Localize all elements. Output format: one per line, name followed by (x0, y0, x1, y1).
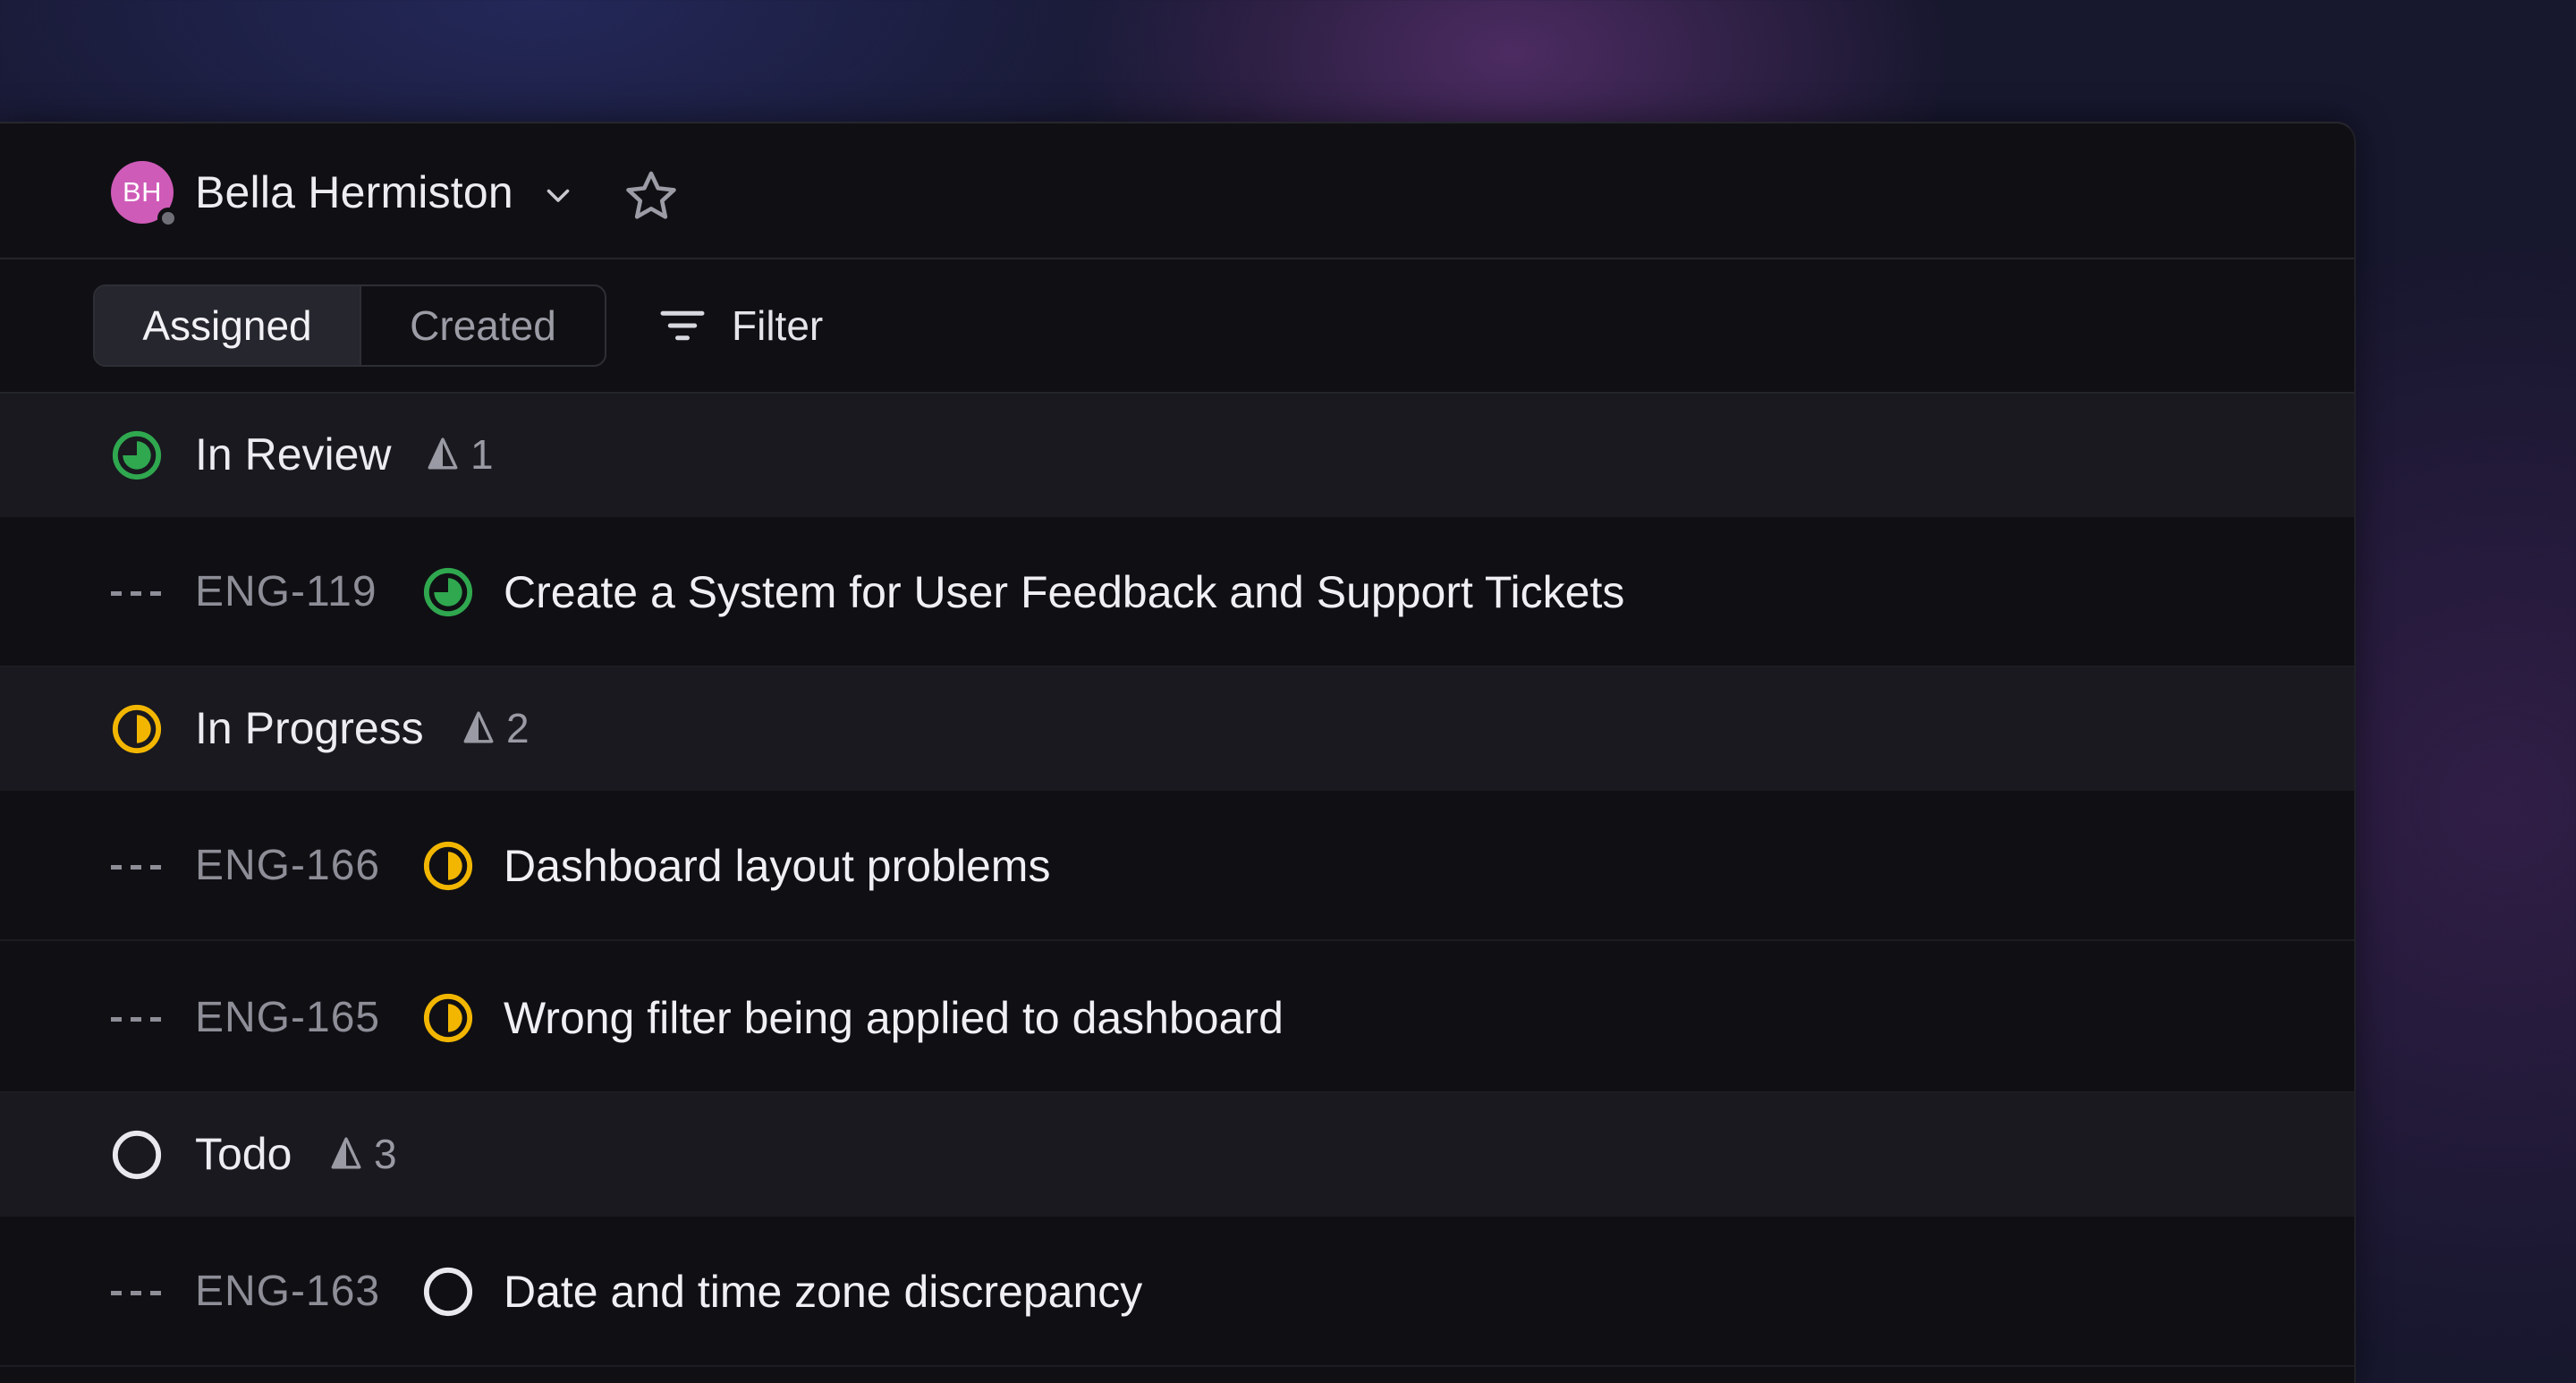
in-review-icon (112, 430, 162, 480)
group-label: In Progress (195, 703, 424, 753)
issues-panel: BH Bella Hermiston Assigned Created Filt… (0, 122, 2356, 1383)
no-priority-icon[interactable] (111, 1286, 161, 1295)
group-header-in-progress[interactable]: In Progress 2 (0, 667, 2354, 791)
filter-icon (660, 310, 705, 341)
in-review-icon[interactable] (422, 566, 474, 618)
issue-count-icon (463, 711, 494, 743)
issue-title: Date and time zone discrepancy (504, 1267, 1143, 1317)
issue-count-value: 1 (470, 431, 494, 478)
group-label: In Review (195, 429, 392, 479)
issue-count-icon (428, 437, 458, 470)
tab-created[interactable]: Created (361, 286, 605, 365)
issue-id: ENG-119 (195, 568, 377, 615)
issue-count: 3 (331, 1127, 397, 1181)
issue-row[interactable]: ENG-166 Dashboard layout problems (0, 791, 2354, 941)
issue-count-value: 2 (506, 705, 530, 751)
filter-button[interactable]: Filter (653, 284, 823, 367)
issue-title: Wrong filter being applied to dashboard (504, 993, 1284, 1043)
in-progress-icon[interactable] (422, 992, 474, 1044)
tab-assigned[interactable]: Assigned (95, 286, 361, 365)
chevron-down-icon[interactable] (542, 179, 574, 211)
no-priority-icon[interactable] (111, 861, 161, 870)
issue-id: ENG-163 (195, 1268, 381, 1315)
group-header-in-review[interactable]: In Review 1 (0, 394, 2354, 517)
user-name[interactable]: Bella Hermiston (195, 163, 513, 222)
group-label: Todo (195, 1129, 292, 1179)
avatar-container[interactable]: BH (111, 161, 179, 229)
todo-icon (112, 1130, 162, 1180)
issue-count-value: 3 (374, 1131, 397, 1177)
issue-id: ENG-165 (195, 994, 381, 1041)
issue-count-icon (331, 1137, 361, 1169)
group-header-todo[interactable]: Todo 3 (0, 1093, 2354, 1217)
star-icon[interactable] (621, 166, 682, 227)
issue-count: 1 (428, 428, 494, 481)
no-priority-icon[interactable] (111, 587, 161, 596)
issue-id: ENG-166 (195, 842, 381, 889)
issue-count: 2 (463, 701, 530, 755)
view-toolbar: Assigned Created Filter (0, 259, 2354, 394)
issue-title: Create a System for User Feedback and Su… (504, 567, 1625, 617)
no-priority-icon[interactable] (111, 1013, 161, 1022)
header-bar: BH Bella Hermiston (0, 123, 2354, 259)
issue-title: Dashboard layout problems (504, 841, 1051, 891)
issue-row[interactable]: ENG-165 Wrong filter being applied to da… (0, 943, 2354, 1093)
presence-indicator (157, 208, 179, 229)
in-progress-icon (112, 704, 162, 754)
filter-label: Filter (732, 302, 824, 349)
todo-icon[interactable] (422, 1266, 474, 1318)
assigned-created-toggle: Assigned Created (93, 284, 606, 367)
issue-row[interactable]: ENG-163 Date and time zone discrepancy (0, 1217, 2354, 1367)
issue-row[interactable]: ENG-119 Create a System for User Feedbac… (0, 517, 2354, 667)
in-progress-icon[interactable] (422, 840, 474, 892)
